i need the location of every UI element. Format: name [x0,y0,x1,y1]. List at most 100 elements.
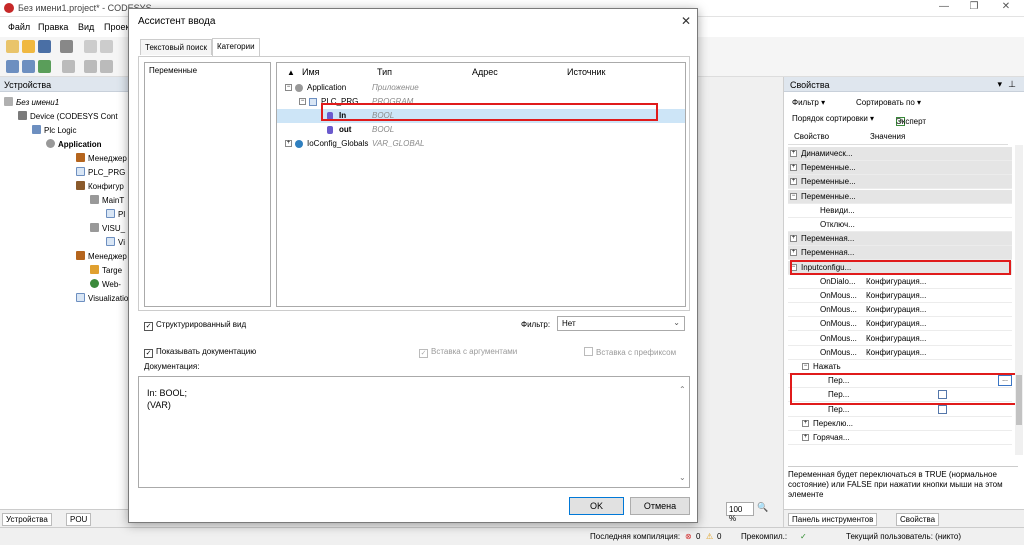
property-row[interactable]: + Переменная... [788,246,1012,261]
category-item-variables[interactable]: Переменные [149,66,197,75]
property-checkbox[interactable] [938,404,947,414]
split-icon[interactable] [84,60,97,73]
property-row[interactable]: Отключ... [788,218,1012,232]
tree-visu-task[interactable]: VISU_ [90,223,125,236]
ok-button[interactable]: OK [569,497,624,515]
properties-scrollbar-thumb[interactable] [1016,375,1022,425]
maximize-icon[interactable]: ❐ [960,1,988,15]
expand-icon[interactable]: + [790,178,797,186]
expand-icon[interactable]: + [790,150,797,157]
tree-device[interactable]: Device (CODESYS Cont [18,111,118,124]
menu-file[interactable]: Файл [8,22,30,32]
structured-view-checkbox[interactable]: ✓ Структурированный вид [144,320,246,331]
tab-pou[interactable]: POU [66,513,92,526]
tab-devices[interactable]: Устройства [2,513,52,526]
category-list[interactable]: Переменные [144,62,271,307]
menu-edit[interactable]: Правка [38,22,68,32]
property-value[interactable]: Конфигурация... [866,334,926,343]
collapse-icon[interactable]: − [299,98,306,105]
run-icon[interactable] [38,60,51,73]
minimize-icon[interactable]: — [930,1,958,15]
cancel-button[interactable]: Отмена [630,497,690,515]
properties-scrollbar[interactable] [1015,145,1023,455]
undo-icon[interactable] [84,40,97,53]
collapse-icon[interactable]: − [790,192,797,200]
variable-row[interactable]: out BOOL [277,123,685,137]
tree-application[interactable]: Application [46,139,102,152]
expand-icon[interactable]: + [802,419,809,427]
property-row[interactable]: Невиди... [788,204,1012,218]
property-row[interactable]: OnMous... Конфигурация... [788,332,1012,346]
expand-icon[interactable]: + [790,235,797,243]
property-value[interactable]: Конфигурация... [866,319,926,328]
property-row[interactable]: − Нажать [788,360,1012,374]
close-icon[interactable]: ✕ [992,1,1020,15]
open-folder-icon[interactable] [22,40,35,53]
expand-icon[interactable]: + [790,164,797,172]
variable-row[interactable]: + IoConfig_Globals VAR_GLOBAL [277,137,685,151]
variable-row[interactable]: − Application Приложение [277,81,685,95]
layout-icon[interactable] [62,60,75,73]
collapse-icon[interactable]: − [285,84,292,91]
new-file-icon[interactable] [6,40,19,53]
tree-main-task[interactable]: MainT [90,195,124,208]
tab-properties[interactable]: Свойства [896,513,940,526]
scroll-up-icon[interactable]: ⌃ [679,385,686,394]
print-icon[interactable] [60,40,73,53]
collapse-icon[interactable]: − [802,363,809,370]
save-icon[interactable] [38,40,51,53]
filter-dropdown[interactable]: Фильтр ▾ [792,98,825,107]
tab-text-search[interactable]: Текстовый поиск [140,39,212,55]
pin-icon[interactable]: ⊥ [1008,79,1016,90]
property-value[interactable]: Конфигурация... [866,348,926,357]
zoom-level[interactable]: 100 % [726,502,754,523]
expand-icon[interactable]: + [285,140,292,147]
tree-main-task-prg[interactable]: Pl [106,209,125,222]
sort-order-dropdown[interactable]: Порядок сортировки ▾ [792,114,874,123]
scroll-down-icon[interactable]: ⌄ [679,473,686,482]
property-value[interactable]: Конфигурация... [866,305,926,314]
tree-visualization[interactable]: Visualizatio [76,293,128,306]
property-row[interactable]: OnMous... Конфигурация... [788,317,1012,332]
property-value[interactable]: Конфигурация... [866,277,926,286]
property-row[interactable]: OnMous... Конфигурация... [788,289,1012,303]
tree-target-visu[interactable]: Targe [90,265,122,278]
property-row[interactable]: + Горячая... [788,431,1012,445]
property-row[interactable]: − Переменные... [788,189,1012,204]
col-address[interactable]: Адрес [472,67,498,77]
tree-library-manager[interactable]: Менеджер [76,153,127,166]
menu-view[interactable]: Вид [78,22,94,32]
property-row[interactable]: + Динамическ... [788,147,1012,161]
logout-icon[interactable] [22,60,35,73]
tree-web-visu[interactable]: Web- [90,279,121,292]
col-name[interactable]: Имя [302,67,320,77]
dialog-close-icon[interactable]: ✕ [681,14,691,28]
expand-icon[interactable]: + [802,434,809,441]
tree-project-root[interactable]: Без имени1 [4,97,59,110]
tree-plc-prg[interactable]: PLC_PRG ( [76,167,130,180]
tree-visu-task-prg[interactable]: Vi [106,237,125,250]
panel-dropdown-icon[interactable]: ▾ [997,79,1002,90]
property-row[interactable]: OnMous... Конфигурация... [788,346,1012,360]
property-value[interactable]: Конфигурация... [866,291,926,300]
redo-icon[interactable] [100,40,113,53]
filter-select[interactable]: Нет ⌄ [557,316,685,331]
show-docs-checkbox[interactable]: ✓ Показывать документацию [144,347,256,358]
tree-task-config[interactable]: Конфигур [76,181,124,194]
split2-icon[interactable] [100,60,113,73]
property-row[interactable]: + Переменная... [788,232,1012,247]
col-source[interactable]: Источник [567,67,605,77]
property-row[interactable]: OnDialo... Конфигурация... [788,275,1012,289]
tree-plc-logic[interactable]: Plc Logic [32,125,76,138]
col-type[interactable]: Тип [377,67,392,77]
tab-toolbox[interactable]: Панель инструментов [788,513,878,526]
expand-icon[interactable]: + [790,249,797,257]
tab-categories[interactable]: Категории [212,38,260,56]
property-row[interactable]: + Переменные... [788,175,1012,190]
property-row[interactable]: + Переклю... [788,417,1012,431]
zoom-icon[interactable]: 🔍 [757,502,771,516]
tree-visu-manager[interactable]: Менеджер [76,251,127,264]
sort-by-dropdown[interactable]: Сортировать по ▾ [856,98,921,107]
property-row[interactable]: OnMous... Конфигурация... [788,303,1012,318]
login-icon[interactable] [6,60,19,73]
